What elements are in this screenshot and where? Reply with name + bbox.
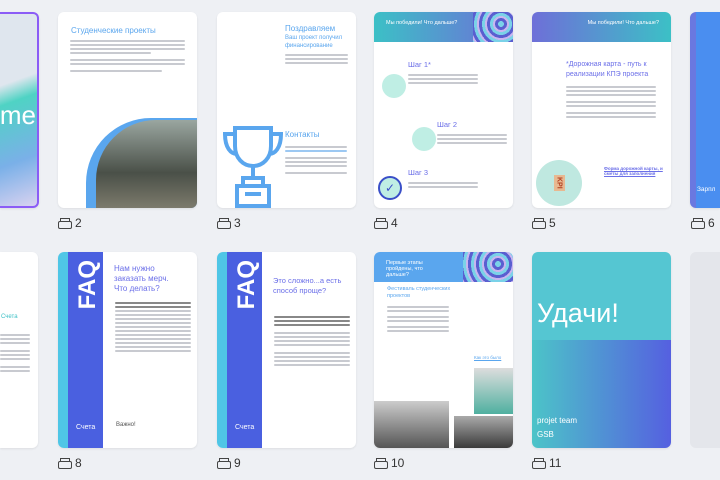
step-2: Шаг 2 xyxy=(437,120,458,129)
add-page-placeholder[interactable] xyxy=(690,252,720,448)
page-number-8: 8 xyxy=(58,456,82,470)
banner-text: Первые этапы пройдены, что дальше? xyxy=(386,260,423,278)
page-thumb-11[interactable]: Удачи! projet team GSB xyxy=(532,252,671,448)
page-title: Студенческие проекты xyxy=(71,26,156,35)
page-footer: Счета xyxy=(235,424,255,431)
page-thumb-2[interactable]: Студенческие проекты xyxy=(58,12,197,208)
page-title: me xyxy=(0,100,36,130)
page-title: Фестиваль студенческих проектов xyxy=(387,286,451,299)
page-thumb-5[interactable]: Мы победили! Что дальше? *Дорожная карта… xyxy=(532,12,671,208)
page-number-9: 9 xyxy=(217,456,241,470)
printer-icon xyxy=(58,458,72,469)
page-title: Поздравляем xyxy=(285,24,336,33)
printer-icon xyxy=(374,218,388,229)
page-title: Удачи! xyxy=(537,298,619,328)
step-1: Шаг 1* xyxy=(408,60,431,69)
photo xyxy=(454,416,513,448)
printer-icon xyxy=(374,458,388,469)
photo xyxy=(474,368,513,414)
photo xyxy=(374,401,449,448)
page-footer: Зарпл xyxy=(697,186,716,193)
banner-text: Мы победили! Что дальше? xyxy=(386,20,458,26)
page-title: Это сложно...а есть способ проще? xyxy=(273,276,342,295)
page-thumb-4[interactable]: Мы победили! Что дальше? Шаг 1* Шаг 2 Ша… xyxy=(374,12,513,208)
page-number-6: 6 xyxy=(691,216,715,230)
contacts-heading: Контакты xyxy=(285,130,320,139)
page-title: *Дорожная карта - путь к реализации КПЭ … xyxy=(566,61,649,78)
page-number-4: 4 xyxy=(374,216,398,230)
team-label: projet team xyxy=(537,416,578,425)
page-thumb-8[interactable]: FAQ Счета Нам нужно заказать мерч. Что де… xyxy=(58,252,197,448)
faq-label: FAQ xyxy=(233,260,260,310)
printer-icon xyxy=(532,458,546,469)
printer-icon xyxy=(58,218,72,229)
page-subtitle: Ваш проект получил финансирование xyxy=(285,35,343,49)
page-number-11: 11 xyxy=(532,456,561,470)
page-number-5: 5 xyxy=(532,216,556,230)
page-thumb-1[interactable]: me xyxy=(0,12,39,208)
printer-icon xyxy=(532,218,546,229)
page-number-10: 10 xyxy=(374,456,404,470)
check-icon: ✓ xyxy=(378,176,402,200)
printer-icon xyxy=(217,218,231,229)
page-thumb-3[interactable]: Поздравляем Ваш проект получил финансиро… xyxy=(217,12,356,208)
team-name: GSB xyxy=(537,430,554,439)
page-thumb-10[interactable]: Первые этапы пройдены, что дальше? Фести… xyxy=(374,252,513,448)
faq-label: FAQ xyxy=(74,260,101,310)
banner-text: Мы победили! Что дальше? xyxy=(587,20,659,26)
page-thumb-6[interactable]: Зарпл xyxy=(690,12,720,208)
page-number-3: 3 xyxy=(217,216,241,230)
page-thumb-9[interactable]: FAQ Счета Это сложно...а есть способ прощ… xyxy=(217,252,356,448)
kpi-image: KPI xyxy=(536,160,582,206)
trophy-icon xyxy=(222,124,284,208)
page-number-2: 2 xyxy=(58,216,82,230)
printer-icon xyxy=(217,458,231,469)
printer-icon xyxy=(691,218,705,229)
roadmap-form-link[interactable]: Форма дорожной карты, и сметы для заполн… xyxy=(604,166,668,176)
how-it-was-link[interactable]: Как это было xyxy=(474,355,501,360)
page-footer: Счета xyxy=(76,424,96,431)
page-title: Нам нужно заказать мерч. Что делать? xyxy=(114,264,169,293)
page-section: Счета xyxy=(1,314,18,320)
photo xyxy=(86,118,197,208)
step-3: Шаг 3 xyxy=(408,168,429,177)
note-heading: Важно! xyxy=(116,422,136,428)
page-thumb-7[interactable]: Счета xyxy=(0,252,38,448)
